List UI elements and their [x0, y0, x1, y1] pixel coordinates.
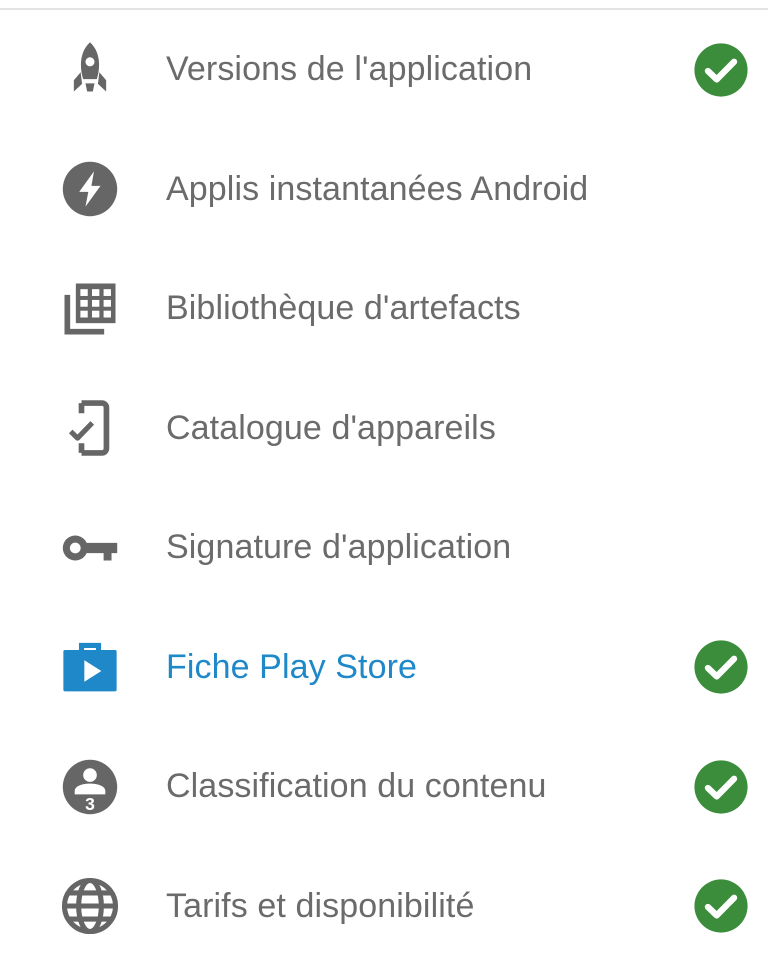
check-circle-icon [692, 41, 750, 99]
sidebar-item-label: Classification du contenu [166, 767, 547, 806]
instant-app-bolt-icon [52, 151, 128, 227]
sidebar-item-content-rating[interactable]: 3 Classification du contenu [0, 727, 768, 847]
sidebar-item-label: Versions de l'application [166, 50, 532, 89]
sidebar-item-instant-apps[interactable]: Applis instantanées Android [0, 130, 768, 250]
sidebar-item-label: Bibliothèque d'artefacts [166, 289, 521, 328]
key-icon [52, 510, 128, 586]
sidebar-nav: Versions de l'application Applis instant… [0, 10, 768, 966]
sidebar-item-artifact-library[interactable]: Bibliothèque d'artefacts [0, 249, 768, 369]
sidebar-item-label: Catalogue d'appareils [166, 409, 496, 448]
play-store-listing-icon [52, 629, 128, 705]
device-catalog-icon [52, 390, 128, 466]
sidebar-item-app-signing[interactable]: Signature d'application [0, 488, 768, 608]
sidebar-item-label: Signature d'application [166, 528, 511, 567]
sidebar-item-device-catalog[interactable]: Catalogue d'appareils [0, 369, 768, 489]
sidebar-item-label: Applis instantanées Android [166, 170, 588, 209]
globe-icon [52, 868, 128, 944]
sidebar-item-app-releases[interactable]: Versions de l'application [0, 10, 768, 130]
check-circle-icon [692, 638, 750, 696]
sidebar-item-label: Tarifs et disponibilité [166, 887, 474, 926]
sidebar-item-store-listing[interactable]: Fiche Play Store [0, 608, 768, 728]
sidebar-item-pricing-distribution[interactable]: Tarifs et disponibilité [0, 847, 768, 966]
content-rating-icon: 3 [52, 749, 128, 825]
sidebar-item-label: Fiche Play Store [166, 648, 417, 687]
check-circle-icon [692, 758, 750, 816]
artifact-library-icon [52, 271, 128, 347]
svg-text:3: 3 [85, 794, 95, 814]
rocket-icon [52, 32, 128, 108]
check-circle-icon [692, 877, 750, 935]
